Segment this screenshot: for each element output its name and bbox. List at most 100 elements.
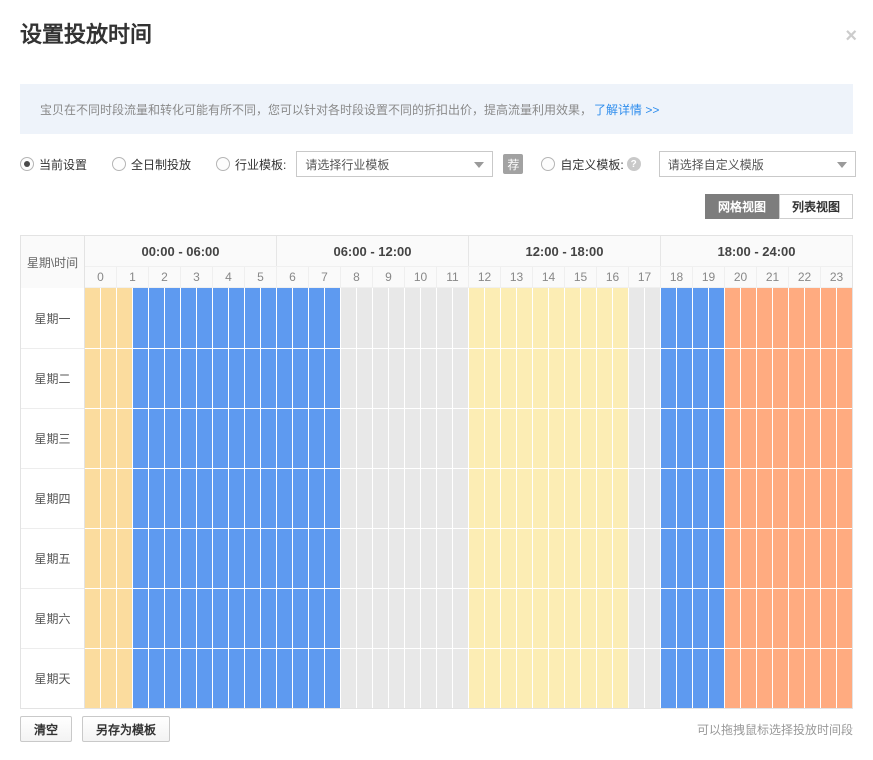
time-slot-cell[interactable] xyxy=(645,589,660,648)
time-slot-cell[interactable] xyxy=(709,409,724,468)
time-slot-cell[interactable] xyxy=(837,649,852,708)
time-slot-cell[interactable] xyxy=(357,589,372,648)
time-slot-cell[interactable] xyxy=(213,649,228,708)
time-slot-cell[interactable] xyxy=(805,589,820,648)
time-slot-cell[interactable] xyxy=(741,529,756,588)
time-slot-cell[interactable] xyxy=(453,529,468,588)
time-slot-cell[interactable] xyxy=(629,589,644,648)
time-slot-cell[interactable] xyxy=(117,649,132,708)
time-slot-cell[interactable] xyxy=(661,649,676,708)
time-slot-cell[interactable] xyxy=(677,349,692,408)
time-slot-cell[interactable] xyxy=(373,288,388,348)
time-slot-cell[interactable] xyxy=(725,589,740,648)
time-slot-cell[interactable] xyxy=(805,469,820,528)
time-slot-cell[interactable] xyxy=(197,349,212,408)
time-slot-cell[interactable] xyxy=(373,649,388,708)
time-slot-cell[interactable] xyxy=(693,649,708,708)
time-slot-cell[interactable] xyxy=(245,589,260,648)
time-slot-cell[interactable] xyxy=(533,288,548,348)
time-slot-cell[interactable] xyxy=(293,349,308,408)
time-slot-cell[interactable] xyxy=(133,409,148,468)
time-slot-cell[interactable] xyxy=(165,409,180,468)
time-slot-cell[interactable] xyxy=(101,469,116,528)
learn-more-link[interactable]: 了解详情 >> xyxy=(594,101,659,118)
time-slot-cell[interactable] xyxy=(469,649,484,708)
time-slot-cell[interactable] xyxy=(165,469,180,528)
time-slot-cell[interactable] xyxy=(229,409,244,468)
time-slot-cell[interactable] xyxy=(437,288,452,348)
time-slot-cell[interactable] xyxy=(165,529,180,588)
time-slot-cell[interactable] xyxy=(117,529,132,588)
time-slot-cell[interactable] xyxy=(469,469,484,528)
time-slot-cell[interactable] xyxy=(661,409,676,468)
time-slot-cell[interactable] xyxy=(261,349,276,408)
time-slot-cell[interactable] xyxy=(597,529,612,588)
time-slot-cell[interactable] xyxy=(565,409,580,468)
time-slot-cell[interactable] xyxy=(341,349,356,408)
time-slot-cell[interactable] xyxy=(437,469,452,528)
time-slot-cell[interactable] xyxy=(645,409,660,468)
time-slot-cell[interactable] xyxy=(773,349,788,408)
time-slot-cell[interactable] xyxy=(421,469,436,528)
time-slot-cell[interactable] xyxy=(149,649,164,708)
radio-icon[interactable] xyxy=(20,157,34,171)
time-slot-cell[interactable] xyxy=(293,469,308,528)
time-slot-cell[interactable] xyxy=(485,469,500,528)
time-slot-cell[interactable] xyxy=(149,589,164,648)
time-slot-cell[interactable] xyxy=(389,349,404,408)
time-slot-cell[interactable] xyxy=(325,349,340,408)
time-slot-cell[interactable] xyxy=(501,649,516,708)
time-slot-cell[interactable] xyxy=(165,649,180,708)
time-slot-cell[interactable] xyxy=(293,529,308,588)
time-slot-cell[interactable] xyxy=(341,469,356,528)
time-slot-cell[interactable] xyxy=(197,469,212,528)
time-slot-cell[interactable] xyxy=(149,349,164,408)
time-slot-cell[interactable] xyxy=(421,409,436,468)
save-as-template-button[interactable]: 另存为模板 xyxy=(82,716,170,742)
time-slot-cell[interactable] xyxy=(709,349,724,408)
time-slot-cell[interactable] xyxy=(117,589,132,648)
time-slot-cell[interactable] xyxy=(101,529,116,588)
time-slot-cell[interactable] xyxy=(485,589,500,648)
time-slot-cell[interactable] xyxy=(773,649,788,708)
time-slot-cell[interactable] xyxy=(293,649,308,708)
time-slot-cell[interactable] xyxy=(357,409,372,468)
time-slot-cell[interactable] xyxy=(453,288,468,348)
time-slot-cell[interactable] xyxy=(117,409,132,468)
time-slot-cell[interactable] xyxy=(773,589,788,648)
time-slot-cell[interactable] xyxy=(821,529,836,588)
time-slot-cell[interactable] xyxy=(581,529,596,588)
time-slot-cell[interactable] xyxy=(517,409,532,468)
time-slot-cell[interactable] xyxy=(501,409,516,468)
time-slot-cell[interactable] xyxy=(133,649,148,708)
time-slot-cell[interactable] xyxy=(389,288,404,348)
time-slot-cell[interactable] xyxy=(181,469,196,528)
time-slot-cell[interactable] xyxy=(709,529,724,588)
time-slot-cell[interactable] xyxy=(469,349,484,408)
time-slot-cell[interactable] xyxy=(373,469,388,528)
time-slot-cell[interactable] xyxy=(629,288,644,348)
time-slot-cell[interactable] xyxy=(741,349,756,408)
time-slot-cell[interactable] xyxy=(485,529,500,588)
time-slot-cell[interactable] xyxy=(405,469,420,528)
time-slot-cell[interactable] xyxy=(837,529,852,588)
time-slot-cell[interactable] xyxy=(485,288,500,348)
time-slot-cell[interactable] xyxy=(549,288,564,348)
time-slot-cell[interactable] xyxy=(677,469,692,528)
time-slot-cell[interactable] xyxy=(261,288,276,348)
radio-icon[interactable] xyxy=(112,157,126,171)
time-slot-cell[interactable] xyxy=(85,288,100,348)
time-slot-cell[interactable] xyxy=(501,529,516,588)
time-slot-cell[interactable] xyxy=(597,649,612,708)
time-slot-cell[interactable] xyxy=(661,288,676,348)
time-slot-cell[interactable] xyxy=(453,589,468,648)
time-slot-cell[interactable] xyxy=(357,529,372,588)
time-slot-cell[interactable] xyxy=(245,469,260,528)
time-slot-cell[interactable] xyxy=(645,649,660,708)
time-slot-cell[interactable] xyxy=(565,349,580,408)
time-slot-cell[interactable] xyxy=(325,589,340,648)
time-slot-cell[interactable] xyxy=(213,349,228,408)
time-slot-cell[interactable] xyxy=(661,469,676,528)
time-slot-cell[interactable] xyxy=(437,529,452,588)
radio-all-day[interactable]: 全日制投放 xyxy=(112,156,191,173)
